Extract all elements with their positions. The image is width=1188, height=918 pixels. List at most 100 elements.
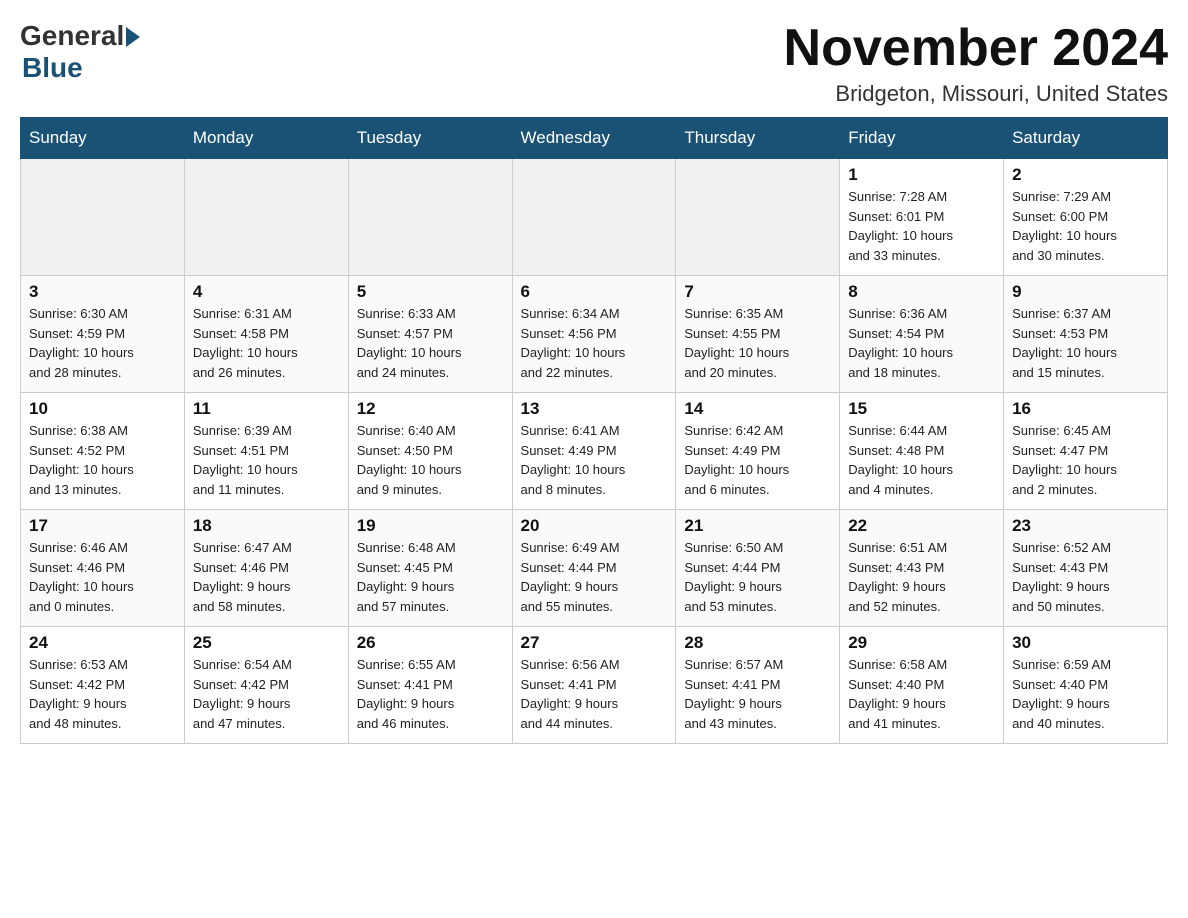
day-number: 13 (521, 399, 668, 419)
day-cell: 28Sunrise: 6:57 AM Sunset: 4:41 PM Dayli… (676, 627, 840, 744)
title-area: November 2024 Bridgeton, Missouri, Unite… (784, 20, 1168, 107)
day-number: 26 (357, 633, 504, 653)
day-info: Sunrise: 6:33 AM Sunset: 4:57 PM Dayligh… (357, 304, 504, 382)
day-info: Sunrise: 6:52 AM Sunset: 4:43 PM Dayligh… (1012, 538, 1159, 616)
weekday-header-thursday: Thursday (676, 118, 840, 159)
day-cell: 15Sunrise: 6:44 AM Sunset: 4:48 PM Dayli… (840, 393, 1004, 510)
day-cell: 7Sunrise: 6:35 AM Sunset: 4:55 PM Daylig… (676, 276, 840, 393)
day-info: Sunrise: 6:55 AM Sunset: 4:41 PM Dayligh… (357, 655, 504, 733)
day-number: 18 (193, 516, 340, 536)
day-info: Sunrise: 6:59 AM Sunset: 4:40 PM Dayligh… (1012, 655, 1159, 733)
day-number: 30 (1012, 633, 1159, 653)
day-number: 21 (684, 516, 831, 536)
day-info: Sunrise: 6:44 AM Sunset: 4:48 PM Dayligh… (848, 421, 995, 499)
day-cell: 23Sunrise: 6:52 AM Sunset: 4:43 PM Dayli… (1004, 510, 1168, 627)
day-cell: 22Sunrise: 6:51 AM Sunset: 4:43 PM Dayli… (840, 510, 1004, 627)
day-cell (348, 159, 512, 276)
weekday-header-monday: Monday (184, 118, 348, 159)
day-number: 16 (1012, 399, 1159, 419)
day-info: Sunrise: 6:57 AM Sunset: 4:41 PM Dayligh… (684, 655, 831, 733)
day-cell: 21Sunrise: 6:50 AM Sunset: 4:44 PM Dayli… (676, 510, 840, 627)
day-cell: 1Sunrise: 7:28 AM Sunset: 6:01 PM Daylig… (840, 159, 1004, 276)
day-cell (21, 159, 185, 276)
day-cell: 11Sunrise: 6:39 AM Sunset: 4:51 PM Dayli… (184, 393, 348, 510)
day-number: 6 (521, 282, 668, 302)
day-cell: 27Sunrise: 6:56 AM Sunset: 4:41 PM Dayli… (512, 627, 676, 744)
header: General Blue November 2024 Bridgeton, Mi… (20, 20, 1168, 107)
day-number: 19 (357, 516, 504, 536)
day-number: 9 (1012, 282, 1159, 302)
day-info: Sunrise: 7:28 AM Sunset: 6:01 PM Dayligh… (848, 187, 995, 265)
logo-blue-text: Blue (22, 52, 83, 84)
day-cell: 2Sunrise: 7:29 AM Sunset: 6:00 PM Daylig… (1004, 159, 1168, 276)
day-cell: 5Sunrise: 6:33 AM Sunset: 4:57 PM Daylig… (348, 276, 512, 393)
week-row-2: 3Sunrise: 6:30 AM Sunset: 4:59 PM Daylig… (21, 276, 1168, 393)
day-number: 10 (29, 399, 176, 419)
day-number: 25 (193, 633, 340, 653)
day-cell (676, 159, 840, 276)
day-number: 2 (1012, 165, 1159, 185)
day-cell: 6Sunrise: 6:34 AM Sunset: 4:56 PM Daylig… (512, 276, 676, 393)
day-number: 12 (357, 399, 504, 419)
day-number: 14 (684, 399, 831, 419)
location-title: Bridgeton, Missouri, United States (784, 81, 1168, 107)
weekday-header-row: SundayMondayTuesdayWednesdayThursdayFrid… (21, 118, 1168, 159)
day-cell: 10Sunrise: 6:38 AM Sunset: 4:52 PM Dayli… (21, 393, 185, 510)
day-cell: 13Sunrise: 6:41 AM Sunset: 4:49 PM Dayli… (512, 393, 676, 510)
day-cell: 20Sunrise: 6:49 AM Sunset: 4:44 PM Dayli… (512, 510, 676, 627)
week-row-1: 1Sunrise: 7:28 AM Sunset: 6:01 PM Daylig… (21, 159, 1168, 276)
day-cell: 17Sunrise: 6:46 AM Sunset: 4:46 PM Dayli… (21, 510, 185, 627)
day-cell: 30Sunrise: 6:59 AM Sunset: 4:40 PM Dayli… (1004, 627, 1168, 744)
day-info: Sunrise: 6:37 AM Sunset: 4:53 PM Dayligh… (1012, 304, 1159, 382)
month-title: November 2024 (784, 20, 1168, 77)
day-number: 1 (848, 165, 995, 185)
day-number: 20 (521, 516, 668, 536)
day-info: Sunrise: 6:30 AM Sunset: 4:59 PM Dayligh… (29, 304, 176, 382)
day-cell: 25Sunrise: 6:54 AM Sunset: 4:42 PM Dayli… (184, 627, 348, 744)
day-number: 5 (357, 282, 504, 302)
day-number: 24 (29, 633, 176, 653)
weekday-header-tuesday: Tuesday (348, 118, 512, 159)
day-number: 27 (521, 633, 668, 653)
day-cell: 3Sunrise: 6:30 AM Sunset: 4:59 PM Daylig… (21, 276, 185, 393)
day-info: Sunrise: 6:40 AM Sunset: 4:50 PM Dayligh… (357, 421, 504, 499)
day-info: Sunrise: 6:51 AM Sunset: 4:43 PM Dayligh… (848, 538, 995, 616)
day-cell: 4Sunrise: 6:31 AM Sunset: 4:58 PM Daylig… (184, 276, 348, 393)
day-info: Sunrise: 6:38 AM Sunset: 4:52 PM Dayligh… (29, 421, 176, 499)
weekday-header-sunday: Sunday (21, 118, 185, 159)
day-number: 17 (29, 516, 176, 536)
day-info: Sunrise: 6:42 AM Sunset: 4:49 PM Dayligh… (684, 421, 831, 499)
week-row-4: 17Sunrise: 6:46 AM Sunset: 4:46 PM Dayli… (21, 510, 1168, 627)
calendar-table: SundayMondayTuesdayWednesdayThursdayFrid… (20, 117, 1168, 744)
day-number: 22 (848, 516, 995, 536)
week-row-3: 10Sunrise: 6:38 AM Sunset: 4:52 PM Dayli… (21, 393, 1168, 510)
day-info: Sunrise: 7:29 AM Sunset: 6:00 PM Dayligh… (1012, 187, 1159, 265)
day-cell (512, 159, 676, 276)
day-cell: 12Sunrise: 6:40 AM Sunset: 4:50 PM Dayli… (348, 393, 512, 510)
day-info: Sunrise: 6:31 AM Sunset: 4:58 PM Dayligh… (193, 304, 340, 382)
day-info: Sunrise: 6:41 AM Sunset: 4:49 PM Dayligh… (521, 421, 668, 499)
day-number: 4 (193, 282, 340, 302)
day-number: 28 (684, 633, 831, 653)
day-number: 7 (684, 282, 831, 302)
day-info: Sunrise: 6:36 AM Sunset: 4:54 PM Dayligh… (848, 304, 995, 382)
logo-general-text: General (20, 20, 124, 52)
week-row-5: 24Sunrise: 6:53 AM Sunset: 4:42 PM Dayli… (21, 627, 1168, 744)
day-cell: 8Sunrise: 6:36 AM Sunset: 4:54 PM Daylig… (840, 276, 1004, 393)
weekday-header-saturday: Saturday (1004, 118, 1168, 159)
day-info: Sunrise: 6:47 AM Sunset: 4:46 PM Dayligh… (193, 538, 340, 616)
day-info: Sunrise: 6:48 AM Sunset: 4:45 PM Dayligh… (357, 538, 504, 616)
day-cell: 29Sunrise: 6:58 AM Sunset: 4:40 PM Dayli… (840, 627, 1004, 744)
weekday-header-wednesday: Wednesday (512, 118, 676, 159)
day-cell: 16Sunrise: 6:45 AM Sunset: 4:47 PM Dayli… (1004, 393, 1168, 510)
day-info: Sunrise: 6:50 AM Sunset: 4:44 PM Dayligh… (684, 538, 831, 616)
day-info: Sunrise: 6:54 AM Sunset: 4:42 PM Dayligh… (193, 655, 340, 733)
day-cell (184, 159, 348, 276)
logo: General Blue (20, 20, 140, 84)
day-info: Sunrise: 6:34 AM Sunset: 4:56 PM Dayligh… (521, 304, 668, 382)
day-number: 11 (193, 399, 340, 419)
day-cell: 19Sunrise: 6:48 AM Sunset: 4:45 PM Dayli… (348, 510, 512, 627)
day-number: 8 (848, 282, 995, 302)
day-info: Sunrise: 6:49 AM Sunset: 4:44 PM Dayligh… (521, 538, 668, 616)
day-info: Sunrise: 6:39 AM Sunset: 4:51 PM Dayligh… (193, 421, 340, 499)
